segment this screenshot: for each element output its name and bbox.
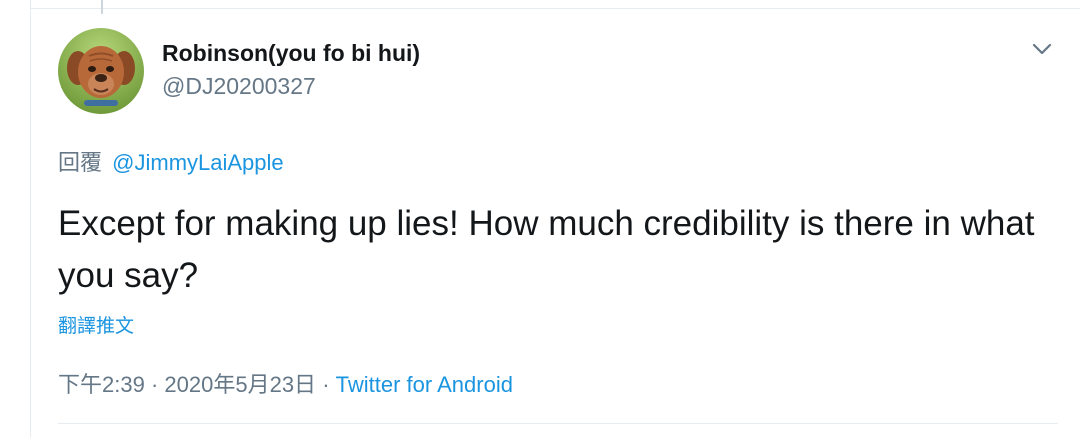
tweet-source-link[interactable]: Twitter for Android bbox=[336, 372, 513, 397]
avatar-dog-image bbox=[58, 28, 144, 114]
tweet-date[interactable]: 2020年5月23日 bbox=[164, 372, 316, 397]
meta-separator: · bbox=[322, 372, 330, 397]
thread-connector-line bbox=[101, 0, 103, 14]
translate-tweet-link[interactable]: 翻譯推文 bbox=[58, 311, 134, 338]
tweet-card: Robinson(you fo bi hui) @DJ20200327 回覆 @… bbox=[30, 0, 1080, 438]
chevron-down-icon[interactable] bbox=[1029, 36, 1055, 62]
reply-context: 回覆 @JimmyLaiApple bbox=[58, 145, 284, 177]
tweet-text: Except for making up lies! How much cred… bbox=[58, 204, 1035, 295]
reply-label: 回覆 bbox=[58, 150, 103, 175]
avatar[interactable] bbox=[58, 28, 144, 114]
tweet-metadata: 下午2:39 · 2020年5月23日 · Twitter for Androi… bbox=[58, 367, 513, 399]
bottom-divider bbox=[58, 423, 1058, 424]
display-name[interactable]: Robinson(you fo bi hui) bbox=[162, 40, 420, 67]
username[interactable]: @DJ20200327 bbox=[162, 73, 316, 100]
meta-separator: · bbox=[150, 372, 159, 397]
reply-mention-link[interactable]: @JimmyLaiApple bbox=[112, 150, 284, 175]
tweet-time[interactable]: 下午2:39 bbox=[58, 372, 145, 397]
top-divider bbox=[31, 8, 1080, 9]
